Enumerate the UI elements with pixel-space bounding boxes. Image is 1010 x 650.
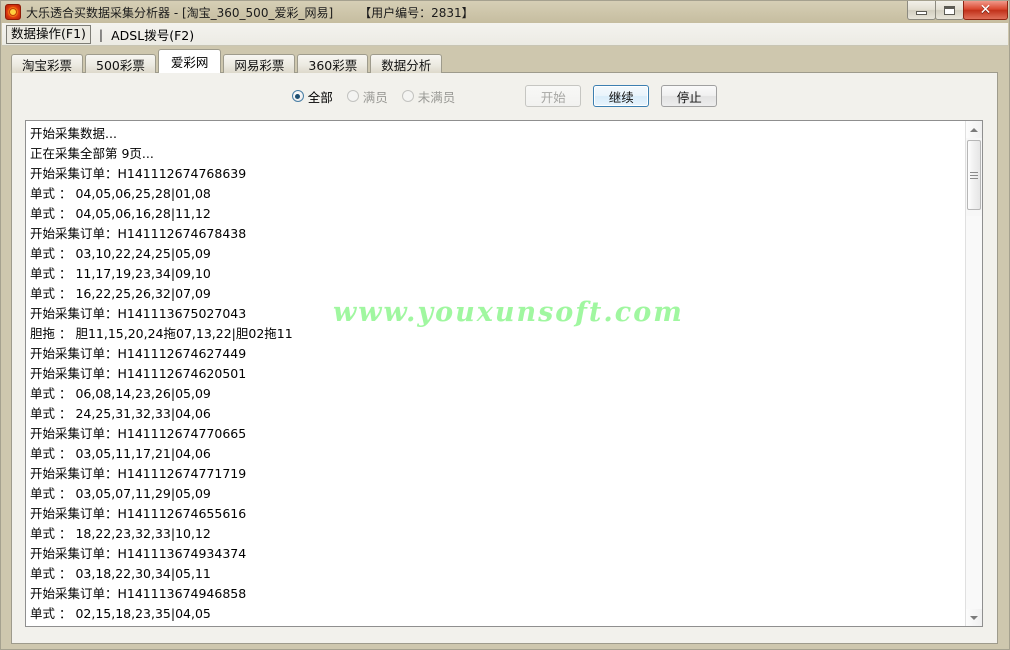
application-window: 大乐透合买数据采集分析器 - [淘宝_360_500_爱彩_网易] 【用户编号：… [0, 0, 1010, 650]
window-title: 大乐透合买数据采集分析器 - [淘宝_360_500_爱彩_网易] [26, 5, 334, 20]
log-line: 开始采集数据... [30, 126, 117, 141]
toolbar-row: 全部 满员 未满员 开始 继续 停止 [12, 81, 997, 111]
filter-radio-group: 全部 满员 未满员 [291, 87, 470, 106]
tab-label: 500彩票 [96, 57, 145, 73]
radio-label: 满员 [362, 89, 388, 105]
log-line: 开始采集订单：H141113675027043 [30, 306, 247, 321]
log-line: 单式 ： 03,05,07,11,29|05,09 [30, 486, 211, 501]
log-line: 开始采集订单：H141112674678438 [30, 226, 247, 241]
log-output-box[interactable]: 开始采集数据... 正在采集全部第 9页... 开始采集订单：H14111267… [25, 120, 983, 627]
tab-taobao-lottery[interactable]: 淘宝彩票 [11, 54, 84, 73]
tab-control: 淘宝彩票 500彩票 爱彩网 网易彩票 360彩票 数据分析 全部 满员 未满员… [11, 49, 998, 644]
radio-not-full[interactable]: 未满员 [401, 87, 456, 106]
log-line: 单式 ： 06,08,14,23,26|05,09 [30, 386, 211, 401]
scrollbar-track[interactable] [966, 216, 982, 609]
menu-item-data-operations[interactable]: 数据操作(F1) [6, 24, 91, 44]
radio-label: 全部 [307, 89, 333, 105]
radio-label: 未满员 [417, 89, 456, 105]
log-line: 单式 ： 24,25,31,32,33|04,06 [30, 406, 211, 421]
maximize-button[interactable] [935, 1, 964, 20]
maximize-icon [944, 5, 955, 15]
tab-label: 360彩票 [308, 57, 358, 73]
client-area: 淘宝彩票 500彩票 爱彩网 网易彩票 360彩票 数据分析 全部 满员 未满员… [2, 46, 1008, 648]
continue-button[interactable]: 继续 [593, 85, 650, 107]
tab-500-lottery[interactable]: 500彩票 [85, 54, 156, 73]
log-line: 开始采集订单：H141112674771719 [30, 466, 247, 481]
log-line: 开始采集订单：H141113674934374 [30, 546, 247, 561]
log-vertical-scrollbar[interactable] [965, 121, 982, 626]
log-line: 单式 ： 18,22,23,32,33|10,12 [30, 526, 211, 541]
stop-button[interactable]: 停止 [661, 85, 718, 107]
title-bar[interactable]: 大乐透合买数据采集分析器 - [淘宝_360_500_爱彩_网易] 【用户编号：… [1, 1, 1009, 23]
log-line: 正在采集全部第 9页... [30, 146, 154, 161]
menu-item-adsl-dialup[interactable]: ADSL拨号(F2) [109, 24, 196, 45]
radio-dot-icon [346, 90, 359, 102]
scroll-up-button[interactable] [966, 121, 982, 138]
scrollbar-thumb[interactable] [967, 140, 981, 210]
log-line: 单式 ： 03,05,11,17,21|04,06 [30, 446, 211, 461]
log-line: 单式 ： 04,05,06,16,28|11,12 [30, 206, 211, 221]
log-line: 单式 ： 02,15,18,23,35|04,05 [30, 606, 211, 621]
tab-netease-lottery[interactable]: 网易彩票 [223, 54, 296, 73]
minimize-icon [916, 10, 927, 15]
scrollbar-grip-icon [970, 171, 978, 179]
log-line: 开始采集订单：H141112674627449 [30, 346, 247, 361]
close-button[interactable]: ✕ [963, 1, 1008, 20]
scroll-down-button[interactable] [966, 609, 982, 626]
user-id-label: 【用户编号：2831】 [359, 5, 474, 20]
log-line: 开始采集订单：H141112674655616 [30, 506, 247, 521]
app-icon [5, 4, 21, 20]
start-button[interactable]: 开始 [525, 85, 582, 107]
log-line: 开始采集订单：H141112674768639 [30, 166, 247, 181]
radio-dot-icon [401, 90, 414, 102]
window-controls: ✕ [907, 1, 1008, 20]
log-line: 单式 ： 04,05,06,25,28|01,08 [30, 186, 211, 201]
log-line: 开始采集订单：H141112674620501 [30, 366, 247, 381]
log-line: 开始采集订单：H141113674946858 [30, 586, 247, 601]
tab-label: 网易彩票 [234, 57, 285, 73]
tab-label: 数据分析 [381, 57, 432, 73]
tab-strip: 淘宝彩票 500彩票 爱彩网 网易彩票 360彩票 数据分析 [11, 49, 444, 73]
radio-full[interactable]: 满员 [346, 87, 388, 106]
tab-data-analysis[interactable]: 数据分析 [370, 54, 443, 73]
radio-dot-icon [291, 90, 304, 102]
tab-page-aicai: 全部 满员 未满员 开始 继续 停止 开始采集数据... 正在采集全部第 9页.… [11, 72, 998, 644]
menu-separator: | [98, 26, 104, 42]
scroll-down-icon [970, 615, 978, 620]
log-lines-container: 开始采集数据... 正在采集全部第 9页... 开始采集订单：H14111267… [26, 121, 964, 626]
log-line: 单式 ： 11,17,19,23,34|09,10 [30, 266, 211, 281]
log-line: 单式 ： 03,10,22,24,25|05,09 [30, 246, 211, 261]
tab-label: 爱彩网 [170, 55, 209, 70]
tab-label: 淘宝彩票 [22, 57, 73, 73]
log-line: 胆拖 ： 胆11,15,20,24拖07,13,22|胆02拖11 [30, 326, 293, 341]
minimize-button[interactable] [907, 1, 936, 20]
scroll-up-icon [970, 127, 978, 132]
close-icon: ✕ [979, 2, 992, 18]
tab-aicai-net[interactable]: 爱彩网 [157, 49, 222, 73]
log-line: 单式 ： 16,22,25,26,32|07,09 [30, 286, 211, 301]
tab-360-lottery[interactable]: 360彩票 [297, 54, 369, 73]
log-line: 开始采集订单：H141112674770665 [30, 426, 247, 441]
radio-all[interactable]: 全部 [291, 87, 333, 106]
log-line: 单式 ： 03,18,22,30,34|05,11 [30, 566, 211, 581]
menu-bar: 数据操作(F1) | ADSL拨号(F2) [2, 23, 1008, 46]
